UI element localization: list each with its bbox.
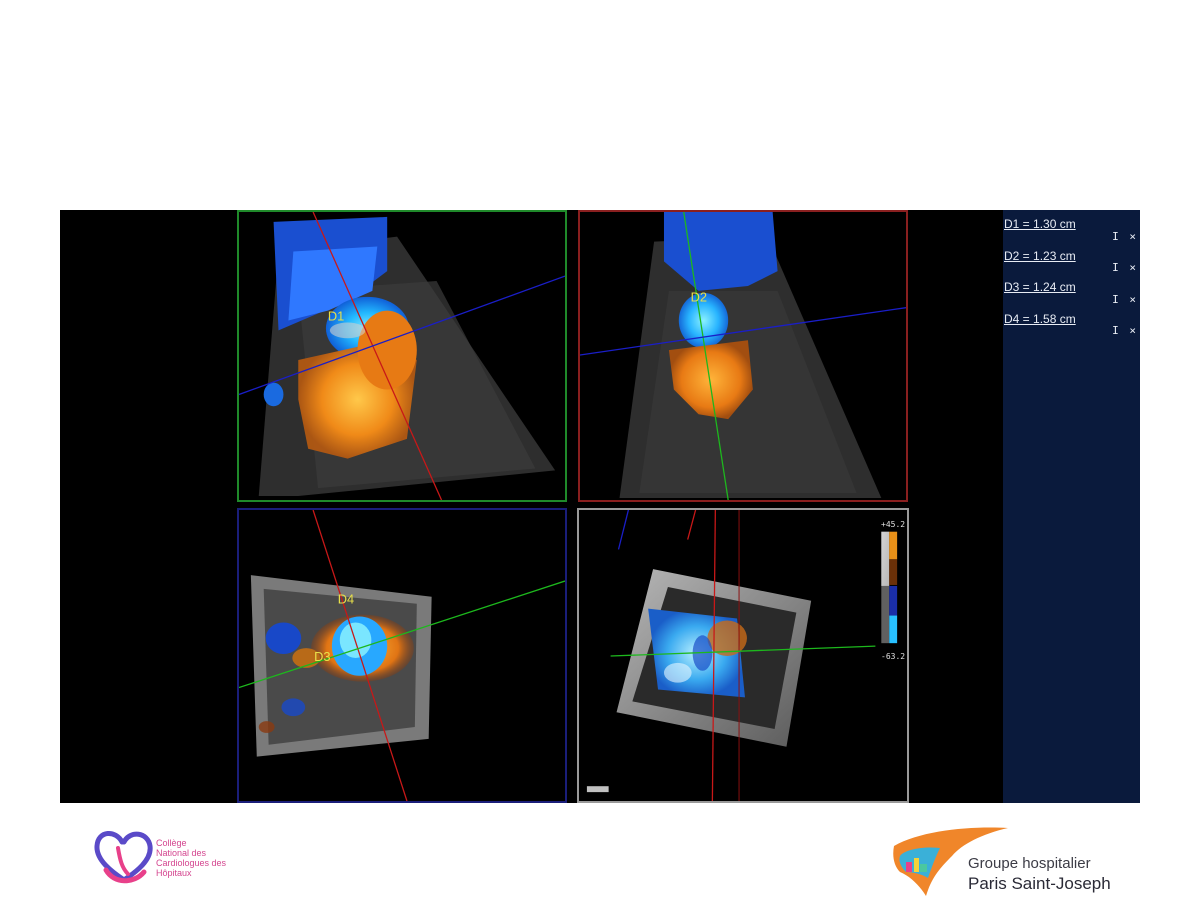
cnch-line-4: Hôpitaux xyxy=(156,868,192,878)
pane-top-right[interactable]: D2 xyxy=(578,210,908,502)
measurement-d1-controls[interactable]: I × xyxy=(1112,230,1138,243)
color-scale-min: -63.2 xyxy=(881,652,906,661)
pane-bottom-left-image: D4 D3 xyxy=(239,510,565,801)
marker-d2: D2 xyxy=(691,290,707,305)
marker-d1: D1 xyxy=(328,309,344,324)
measurement-d4-controls[interactable]: I × xyxy=(1112,324,1138,337)
pane-top-left-image: D1 xyxy=(239,212,565,500)
measurement-d3-controls[interactable]: I × xyxy=(1112,293,1138,306)
cnch-line-3: Cardiologues des xyxy=(156,858,227,868)
gh-paris-saint-joseph-logo: Groupe hospitalier Paris Saint-Joseph xyxy=(892,826,1142,900)
gh-line-1: Groupe hospitalier xyxy=(968,855,1091,872)
marker-d4: D4 xyxy=(338,592,354,607)
pane-top-left[interactable]: D1 xyxy=(237,210,567,502)
measurement-d1[interactable]: D1 = 1.30 cm xyxy=(1004,217,1076,231)
color-scale-max: +45.2 xyxy=(881,520,906,529)
pane-bottom-right-image xyxy=(586,510,898,801)
cnch-line-2: National des xyxy=(156,848,207,858)
echo-viewer: D1 D2 D4 D3 +45.2 -63.2 D1 = 1.30 cm I ×… xyxy=(60,210,1140,803)
cnch-line-1: Collège xyxy=(156,838,187,848)
measurements-panel: D1 = 1.30 cm I × D2 = 1.23 cm I × D3 = 1… xyxy=(1003,210,1140,803)
cnch-logo: Collège National des Cardiologues des Hô… xyxy=(92,826,252,888)
gh-line-2: Paris Saint-Joseph xyxy=(968,874,1111,893)
marker-d3: D3 xyxy=(314,649,330,664)
cnch-heart-icon xyxy=(94,831,153,884)
viewer-left-margin xyxy=(60,210,237,803)
pane-bottom-right-3d[interactable]: +45.2 -63.2 xyxy=(577,508,909,803)
measurement-d4[interactable]: D4 = 1.58 cm xyxy=(1004,312,1076,326)
pane-top-right-image: D2 xyxy=(580,212,906,500)
measurement-d2-controls[interactable]: I × xyxy=(1112,261,1138,274)
measurement-d3[interactable]: D3 = 1.24 cm xyxy=(1004,280,1076,294)
pane-bottom-left[interactable]: D4 D3 xyxy=(237,508,567,803)
measurement-d2[interactable]: D2 = 1.23 cm xyxy=(1004,249,1076,263)
